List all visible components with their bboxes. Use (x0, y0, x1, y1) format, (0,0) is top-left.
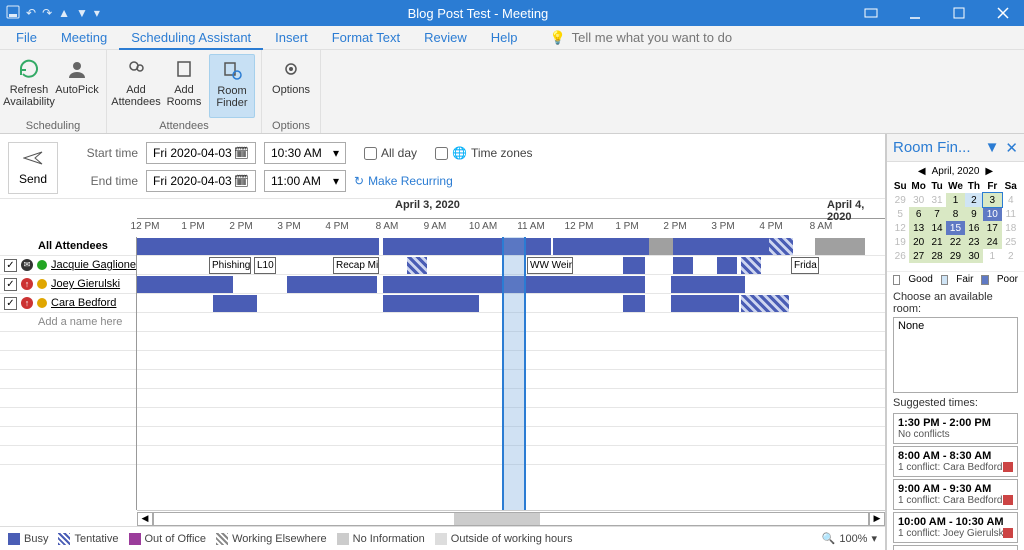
timeline-row: Phishing Tra L10 Recap Mini WW Weirdo Fr… (137, 256, 885, 275)
attendee-row[interactable]: ✓ ↑ Cara Bedford (0, 294, 136, 313)
timeline-row (137, 294, 885, 313)
required-icon: ↑ (21, 297, 33, 309)
suggested-times-list: 1:30 PM - 2:00 PMNo conflicts8:00 AM - 8… (887, 411, 1024, 550)
add-name-row[interactable]: Add a name here (0, 313, 136, 332)
gear-icon (277, 56, 305, 82)
suggested-time-item[interactable]: 9:00 AM - 9:30 AM1 conflict: Cara Bedfor… (893, 479, 1018, 510)
attendee-checkbox[interactable]: ✓ (4, 259, 17, 272)
calendar-icon: 🗓 (234, 174, 249, 188)
organizer-icon: ✉ (21, 259, 33, 271)
autopick-button[interactable]: AutoPick (54, 54, 100, 118)
required-icon: ↑ (21, 278, 33, 290)
tab-file[interactable]: File (4, 26, 49, 50)
presence-icon (37, 260, 47, 270)
room-finder-legend: Good Fair Poor (887, 271, 1024, 287)
lightbulb-icon: 💡 (549, 30, 565, 46)
suggested-times-label: Suggested times: (887, 393, 1024, 411)
room-finder-icon (218, 57, 246, 83)
time-zones-checkbox[interactable] (435, 147, 448, 160)
prev-month-icon[interactable]: ◀ (918, 166, 926, 177)
group-options-label: Options (272, 118, 310, 132)
tab-scheduling-assistant[interactable]: Scheduling Assistant (119, 26, 263, 50)
suggested-time-item[interactable]: 10:30 AM - 11:00 AM (893, 545, 1018, 550)
refresh-icon (15, 56, 43, 82)
room-finder-panel: Room Fin... ▼ ✕ ◀ April, 2020 ▶ SuMoTuWe… (886, 134, 1024, 550)
ribbon: Refresh Availability AutoPick Scheduling… (0, 50, 1024, 134)
zoom-control[interactable]: 🔍 100%▾ (822, 532, 877, 545)
save-icon[interactable] (6, 5, 20, 22)
presence-icon (37, 298, 47, 308)
start-time-label: Start time (70, 146, 138, 160)
add-attendees-button[interactable]: Add Attendees (113, 54, 159, 118)
globe-icon: 🌐 (452, 146, 467, 160)
forward-icon[interactable]: ↷ (42, 6, 52, 20)
tab-help[interactable]: Help (479, 26, 530, 50)
tab-meeting[interactable]: Meeting (49, 26, 119, 50)
legend: Busy Tentative Out of Office Working Els… (0, 526, 885, 550)
back-icon[interactable]: ↶ (26, 6, 36, 20)
search-icon: 🔍 (822, 532, 836, 545)
refresh-availability-button[interactable]: Refresh Availability (6, 54, 52, 118)
available-rooms-list[interactable]: None (893, 317, 1018, 393)
calendar-icon: 🗓 (234, 146, 249, 160)
recurring-icon: ↻ (354, 174, 364, 188)
mini-calendar[interactable]: ◀ April, 2020 ▶ SuMoTuWeThFrSa 293031123… (887, 162, 1024, 267)
close-icon[interactable]: ✕ (1005, 139, 1018, 157)
more-qat-icon[interactable]: ▾ (94, 6, 100, 20)
timeline-scrollbar[interactable]: ◀ ▶ (137, 510, 885, 526)
timeline-row-all (137, 237, 885, 256)
make-recurring-link[interactable]: ↻Make Recurring (354, 174, 453, 188)
add-rooms-icon (170, 56, 198, 82)
end-time-label: End time (70, 174, 138, 188)
room-finder-title: Room Fin... (893, 139, 971, 156)
suggested-time-item[interactable]: 10:00 AM - 10:30 AM1 conflict: Joey Gier… (893, 512, 1018, 543)
date-header: April 3, 2020 April 4, 2020 (137, 199, 885, 219)
send-icon (23, 151, 43, 168)
send-button[interactable]: Send (8, 142, 58, 194)
up-icon[interactable]: ▲ (58, 6, 70, 20)
options-button[interactable]: Options (268, 54, 314, 118)
all-day-checkbox[interactable] (364, 147, 377, 160)
next-month-icon[interactable]: ▶ (985, 166, 993, 177)
attendee-checkbox[interactable]: ✓ (4, 297, 17, 310)
end-time-input[interactable]: 11:00 AM▾ (264, 170, 346, 192)
maximize-button[interactable] (938, 0, 980, 26)
group-attendees-label: Attendees (159, 118, 209, 132)
start-date-input[interactable]: Fri 2020-04-03🗓 (146, 142, 256, 164)
attendee-checkbox[interactable]: ✓ (4, 278, 17, 291)
group-scheduling-label: Scheduling (26, 118, 80, 132)
minimize-button[interactable] (894, 0, 936, 26)
end-date-input[interactable]: Fri 2020-04-03🗓 (146, 170, 256, 192)
add-attendees-icon (122, 56, 150, 82)
suggested-time-item[interactable]: 1:30 PM - 2:00 PMNo conflicts (893, 413, 1018, 444)
ribbon-display-icon[interactable] (850, 0, 892, 26)
send-label: Send (19, 172, 47, 186)
tell-me-field[interactable]: 💡 Tell me what you want to do (549, 30, 732, 46)
presence-icon (37, 279, 47, 289)
tab-format-text[interactable]: Format Text (320, 26, 412, 50)
down-icon[interactable]: ▼ (76, 6, 88, 20)
close-button[interactable] (982, 0, 1024, 26)
timeline-row (137, 275, 885, 294)
window-title: Blog Post Test - Meeting (106, 6, 850, 21)
chevron-down-icon[interactable]: ▼ (985, 139, 1000, 156)
all-day-label: All day (381, 146, 417, 160)
available-room-label: Choose an available room: (887, 287, 1024, 317)
add-rooms-button[interactable]: Add Rooms (161, 54, 207, 118)
autopick-icon (63, 56, 91, 82)
suggested-time-item[interactable]: 8:00 AM - 8:30 AM1 conflict: Cara Bedfor… (893, 446, 1018, 477)
attendee-row[interactable]: ✓ ✉ Jacquie Gaglione (0, 256, 136, 275)
tab-review[interactable]: Review (412, 26, 479, 50)
titlebar: ↶ ↷ ▲ ▼ ▾ Blog Post Test - Meeting (0, 0, 1024, 26)
menubar: File Meeting Scheduling Assistant Insert… (0, 26, 1024, 50)
tab-insert[interactable]: Insert (263, 26, 320, 50)
attendee-row[interactable]: ✓ ↑ Joey Gierulski (0, 275, 136, 294)
start-time-input[interactable]: 10:30 AM▾ (264, 142, 346, 164)
all-attendees-row: All Attendees (0, 237, 136, 256)
time-header: 12 PM1 PM2 PM3 PM4 PM8 AM9 AM10 AM11 AM1… (137, 219, 885, 237)
time-zones-label: Time zones (471, 146, 533, 160)
room-finder-button[interactable]: Room Finder (209, 54, 255, 118)
